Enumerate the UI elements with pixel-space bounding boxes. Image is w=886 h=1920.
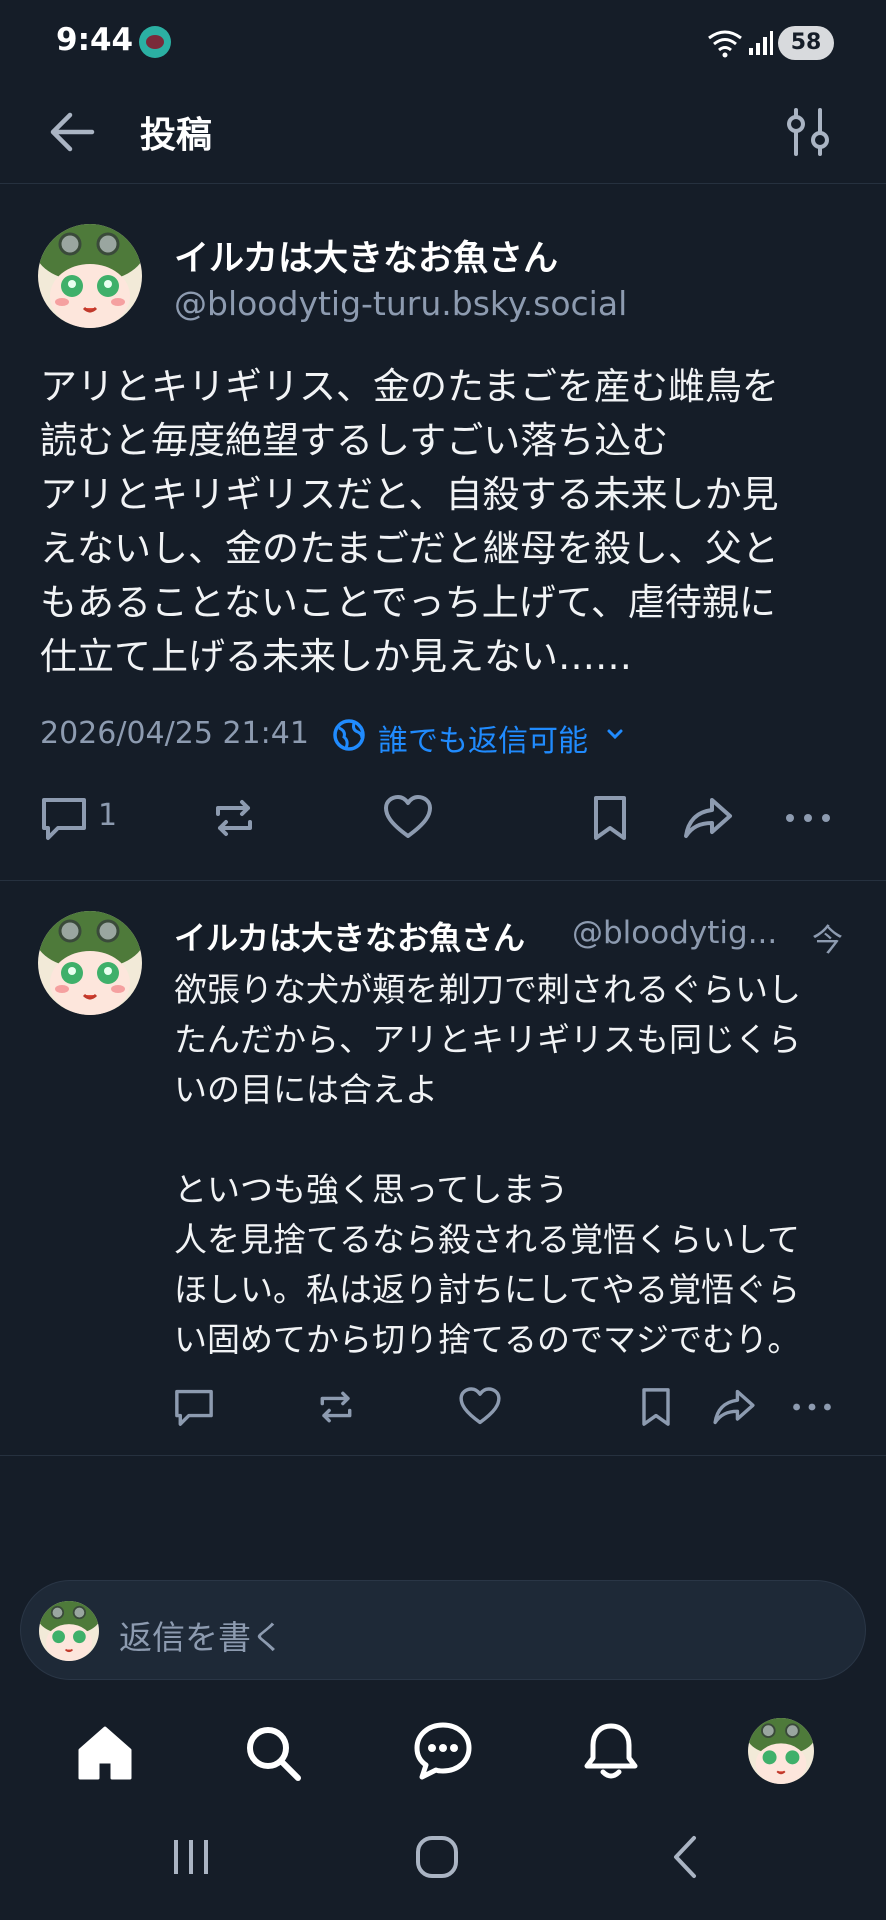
- status-bar: 9:44 58: [0, 0, 886, 88]
- page-title: 投稿: [140, 115, 213, 156]
- signal-icon: [749, 31, 773, 55]
- compose-placeholder: 返信を書く: [119, 1618, 284, 1657]
- recent-apps-icon[interactable]: [168, 1834, 214, 1880]
- author-handle[interactable]: @bloodytig...: [572, 915, 777, 951]
- share-icon[interactable]: [710, 1383, 758, 1431]
- bookmark-icon[interactable]: [632, 1383, 680, 1431]
- app-notification-icon: [139, 26, 171, 58]
- author-display-name[interactable]: イルカは大きなお魚さん: [174, 230, 558, 281]
- repost-icon[interactable]: [206, 790, 262, 846]
- status-time: 9:44: [56, 22, 134, 58]
- bookmark-icon[interactable]: [582, 790, 638, 846]
- reply-text: 欲張りな犬が頬を剃刀で刺されるぐらいし たんだから、アリとキリギリスも同じくら …: [174, 970, 801, 1359]
- heart-icon[interactable]: [456, 1383, 504, 1431]
- share-icon[interactable]: [680, 790, 736, 846]
- reply-count: 1: [98, 798, 118, 833]
- avatar: [39, 1601, 99, 1661]
- back-chevron-icon[interactable]: [664, 1834, 710, 1880]
- ellipsis-icon[interactable]: [788, 1383, 836, 1431]
- post-timestamp: 2026/04/25 21:41: [40, 716, 309, 751]
- comment-icon[interactable]: [36, 790, 92, 846]
- profile-avatar[interactable]: [748, 1718, 814, 1784]
- repost-icon[interactable]: [312, 1383, 360, 1431]
- page-header: 投稿: [0, 88, 886, 184]
- reply-compose-bar[interactable]: 返信を書く: [20, 1580, 866, 1680]
- bottom-tab-bar: [0, 1700, 886, 1820]
- battery-indicator: 58: [778, 26, 834, 60]
- home-icon[interactable]: [74, 1722, 136, 1784]
- comment-icon[interactable]: [170, 1383, 218, 1431]
- author-display-name[interactable]: イルカは大きなお魚さん: [174, 913, 525, 959]
- wifi-icon: [708, 30, 742, 58]
- sliders-icon[interactable]: [780, 102, 836, 162]
- ellipsis-icon[interactable]: [780, 790, 836, 846]
- heart-icon[interactable]: [380, 790, 436, 846]
- home-circle-icon[interactable]: [414, 1834, 460, 1880]
- reply-post[interactable]: イルカは大きなお魚さん @bloodytig... 今 欲張りな犬が頬を剃刀で刺…: [0, 881, 886, 1455]
- arrow-left-icon[interactable]: [44, 102, 104, 162]
- main-post: イルカは大きなお魚さん @bloodytig-turu.bsky.social …: [0, 184, 886, 880]
- system-navigation-bar: [0, 1820, 886, 1920]
- avatar[interactable]: [38, 911, 142, 1015]
- avatar[interactable]: [38, 224, 142, 328]
- chevron-down-icon: [607, 729, 623, 740]
- divider: [0, 1455, 886, 1456]
- chat-icon[interactable]: [412, 1720, 474, 1782]
- post-text: アリとキリギリス、金のたまごを産む雌鳥を 読むと毎度絶望するしすごい落ち込む ア…: [40, 365, 779, 678]
- search-icon[interactable]: [242, 1722, 304, 1784]
- author-handle[interactable]: @bloodytig-turu.bsky.social: [174, 284, 627, 323]
- post-time: 今: [812, 923, 843, 959]
- bell-icon[interactable]: [580, 1720, 642, 1784]
- globe-icon: [333, 719, 365, 751]
- reply-setting-label: 誰でも返信可能: [378, 724, 588, 759]
